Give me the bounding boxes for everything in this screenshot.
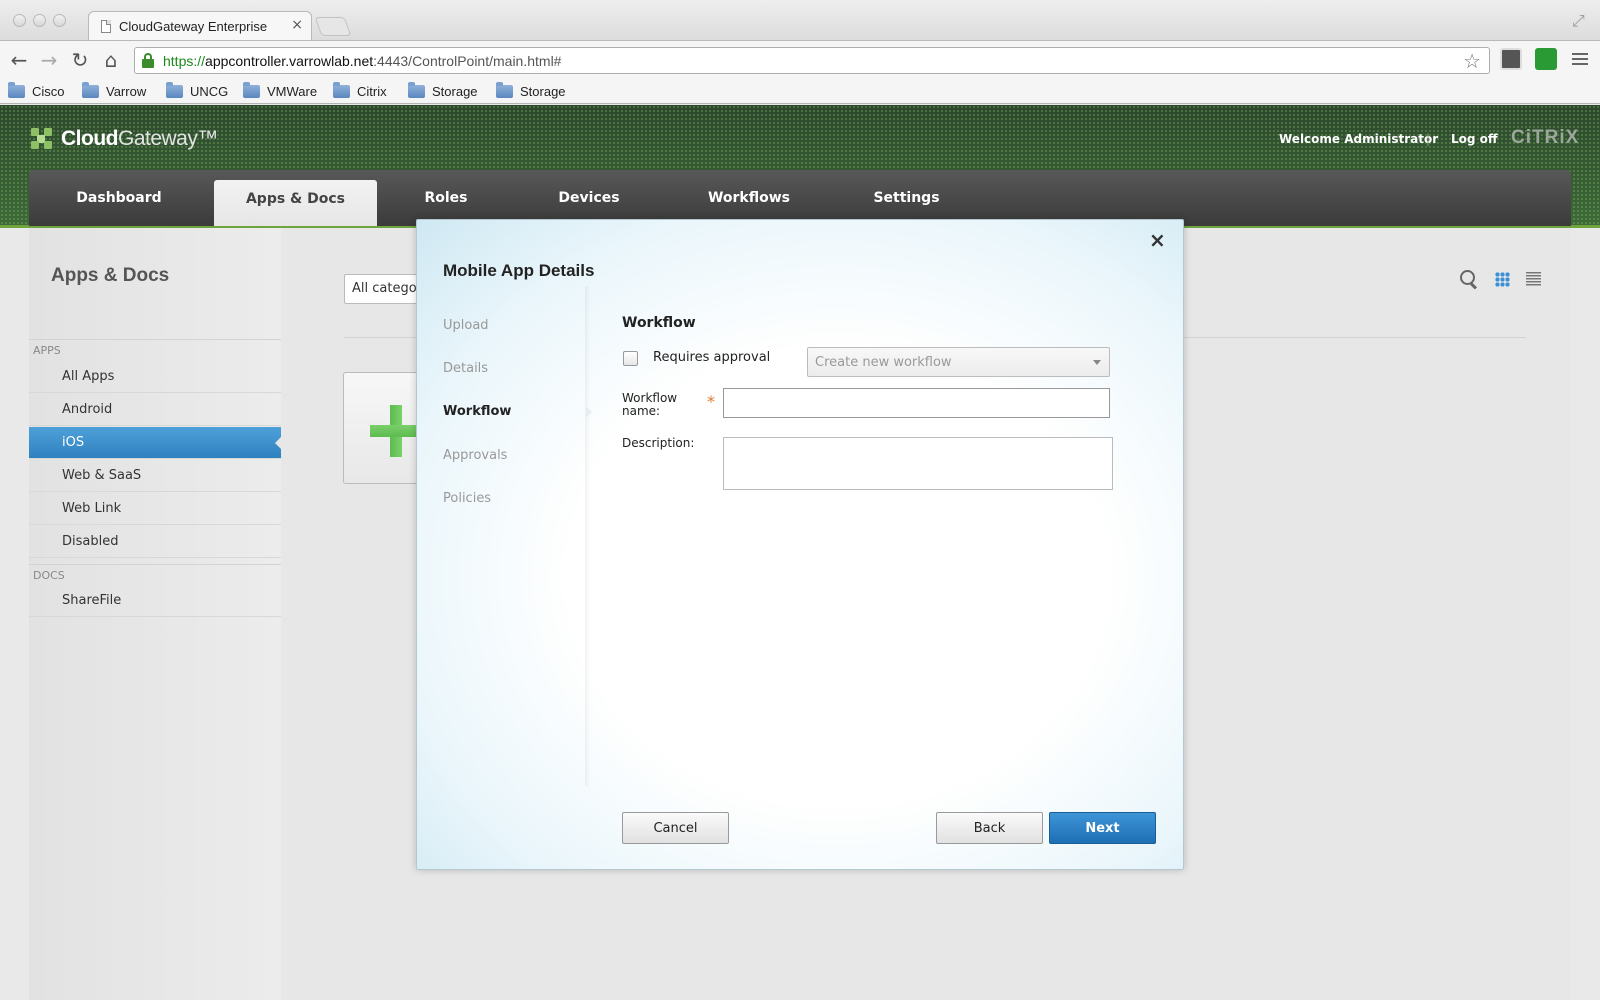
chevron-down-icon <box>1093 360 1101 365</box>
tab-dashboard[interactable]: Dashboard <box>49 170 189 226</box>
bookmark-folder[interactable]: Varrow <box>82 81 146 101</box>
workflow-name-input[interactable] <box>723 388 1110 418</box>
forward-arrow-icon[interactable]: → <box>37 48 61 72</box>
folder-icon <box>8 81 25 98</box>
bookmark-folder[interactable]: UNCG <box>166 81 228 101</box>
sidebar: Apps & Docs APPS All Apps Android iOS We… <box>29 228 281 1000</box>
sidebar-item-all-apps[interactable]: All Apps <box>29 361 281 393</box>
window-close-control[interactable] <box>13 14 26 27</box>
browser-titlebar: CloudGateway Enterprise × ⤢ <box>0 0 1600 40</box>
workflow-section-heading: Workflow <box>622 315 696 331</box>
browser-tab[interactable]: CloudGateway Enterprise × <box>88 11 312 40</box>
sidebar-item-disabled[interactable]: Disabled <box>29 526 281 558</box>
mobile-app-details-dialog: × Mobile App Details Upload Details Work… <box>416 219 1184 870</box>
workflow-name-label: Workflow name: <box>622 391 678 418</box>
bookmark-star-icon[interactable]: ☆ <box>1463 49 1481 73</box>
requires-approval-checkbox[interactable] <box>623 351 638 366</box>
sidebar-item-ios[interactable]: iOS <box>29 427 281 459</box>
step-workflow[interactable]: Workflow <box>443 404 593 419</box>
list-view-icon[interactable] <box>1526 272 1541 286</box>
bookmarks-bar: Cisco Varrow UNCG VMWare Citrix Storage … <box>0 78 1600 104</box>
section-label-apps: APPS <box>33 344 61 357</box>
reload-icon[interactable]: ↻ <box>68 48 92 72</box>
folder-icon <box>496 81 513 98</box>
hamburger-menu-icon[interactable] <box>1572 53 1588 67</box>
tab-devices[interactable]: Devices <box>539 170 639 226</box>
url-text[interactable]: https://appcontroller.varrowlab.net:4443… <box>163 53 561 69</box>
required-marker: * <box>707 392 715 411</box>
folder-icon <box>82 81 99 98</box>
logoff-link[interactable]: Log off <box>1451 132 1498 146</box>
fullscreen-icon[interactable]: ⤢ <box>1572 11 1590 30</box>
bookmark-folder[interactable]: VMWare <box>243 81 317 101</box>
bookmark-folder[interactable]: Storage <box>496 81 566 101</box>
folder-icon <box>333 81 350 98</box>
window-minimize-control[interactable] <box>33 14 46 27</box>
tab-title: CloudGateway Enterprise <box>119 19 268 34</box>
header-separator: | <box>1426 132 1431 146</box>
main-navigation: Dashboard Apps & Docs Roles Devices Work… <box>29 170 1571 226</box>
back-button[interactable]: Back <box>936 812 1043 844</box>
workflow-select[interactable]: Create new workflow <box>807 347 1110 377</box>
next-button[interactable]: Next <box>1049 812 1156 844</box>
plus-icon <box>370 405 422 457</box>
bookmark-folder[interactable]: Storage <box>408 81 478 101</box>
citrix-logo: CiTRiX <box>1511 127 1580 148</box>
step-approvals[interactable]: Approvals <box>443 448 507 463</box>
grid-view-icon[interactable] <box>1495 272 1510 287</box>
step-details[interactable]: Details <box>443 361 488 376</box>
folder-icon <box>243 81 260 98</box>
step-upload[interactable]: Upload <box>443 318 489 333</box>
tab-apps-docs[interactable]: Apps & Docs <box>214 180 377 226</box>
page-icon <box>101 20 111 33</box>
requires-approval-label: Requires approval <box>653 350 771 365</box>
description-label: Description: <box>622 436 695 450</box>
sidebar-item-sharefile[interactable]: ShareFile <box>29 585 281 617</box>
tab-workflows[interactable]: Workflows <box>689 170 809 226</box>
tab-roles[interactable]: Roles <box>401 170 491 226</box>
cancel-button[interactable]: Cancel <box>622 812 729 844</box>
home-icon[interactable]: ⌂ <box>99 48 123 72</box>
lock-icon <box>142 53 154 68</box>
folder-icon <box>408 81 425 98</box>
logo-icon <box>31 128 53 150</box>
description-textarea[interactable] <box>723 437 1113 490</box>
new-tab-button[interactable] <box>314 17 352 36</box>
folder-icon <box>166 81 183 98</box>
close-icon[interactable]: × <box>1149 228 1166 252</box>
search-icon[interactable] <box>1460 270 1478 288</box>
extension-green-icon[interactable] <box>1535 48 1557 70</box>
tab-settings[interactable]: Settings <box>854 170 959 226</box>
bookmark-folder[interactable]: Citrix <box>333 81 387 101</box>
back-arrow-icon[interactable]: ← <box>7 48 31 72</box>
sidebar-item-web-saas[interactable]: Web & SaaS <box>29 460 281 492</box>
step-policies[interactable]: Policies <box>443 491 491 506</box>
cloudgateway-logo: CloudGateway™ <box>31 127 218 151</box>
extension-icon[interactable] <box>1500 48 1522 70</box>
section-label-docs: DOCS <box>33 569 65 582</box>
steps-divider <box>585 286 590 786</box>
sidebar-item-android[interactable]: Android <box>29 394 281 426</box>
address-bar[interactable]: https://appcontroller.varrowlab.net:4443… <box>134 47 1490 74</box>
sidebar-item-web-link[interactable]: Web Link <box>29 493 281 525</box>
welcome-text: Welcome Administrator <box>1279 132 1439 146</box>
bookmark-folder[interactable]: Cisco <box>8 81 65 101</box>
tab-close-icon[interactable]: × <box>291 17 303 33</box>
browser-toolbar: ← → ↻ ⌂ https://appcontroller.varrowlab.… <box>0 40 1600 78</box>
page-title: Apps & Docs <box>51 265 170 286</box>
window-zoom-control[interactable] <box>53 14 66 27</box>
dialog-title: Mobile App Details <box>443 261 595 280</box>
